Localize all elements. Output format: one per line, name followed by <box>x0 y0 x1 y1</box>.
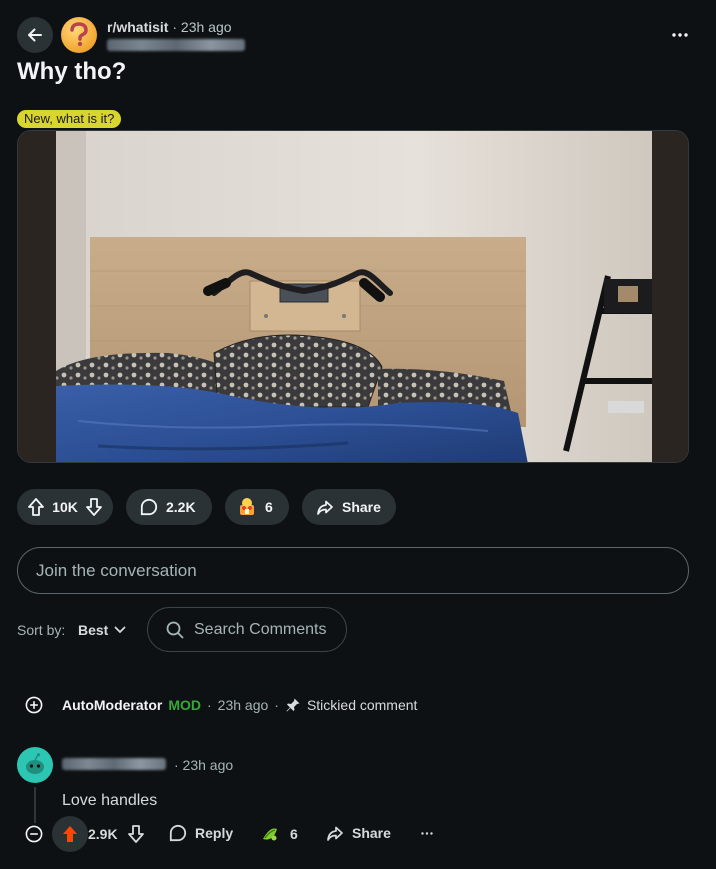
comment-share-button[interactable]: Share <box>326 824 391 842</box>
automod-age: 23h ago <box>217 697 269 713</box>
post-title: Why tho? <box>17 58 127 85</box>
bedroom-photo <box>18 131 688 462</box>
post-image[interactable] <box>17 130 689 463</box>
comment-share-label: Share <box>352 825 391 841</box>
post-meta: r/whatisit · 23h ago <box>107 19 232 35</box>
comment-more-button[interactable] <box>418 824 436 842</box>
reply-label: Reply <box>195 825 234 841</box>
stickied-label: Stickied comment <box>306 697 418 713</box>
sort-value: Best <box>78 622 109 638</box>
comment-downvote-icon[interactable] <box>127 824 145 844</box>
subreddit-link[interactable]: r/whatisit <box>107 19 168 35</box>
comment-award-button[interactable]: 6 <box>260 824 298 844</box>
automod-separator-2: · <box>274 697 279 713</box>
comment-reply-button[interactable]: Reply <box>169 824 233 842</box>
share-label: Share <box>342 499 381 515</box>
question-mark-icon <box>70 22 88 47</box>
upvote-icon[interactable] <box>27 497 45 517</box>
comment-count: 2.2K <box>166 499 196 515</box>
search-placeholder: Search Comments <box>194 620 327 638</box>
arrow-left-icon <box>28 28 42 42</box>
thread-line[interactable] <box>34 787 36 823</box>
back-button[interactable] <box>17 17 53 53</box>
join-conversation-input[interactable]: Join the conversation <box>17 547 689 594</box>
comment-score: 2.9K <box>88 826 118 842</box>
share-icon <box>317 500 333 515</box>
collapse-thread-icon[interactable] <box>25 825 43 843</box>
pin-icon <box>286 698 300 712</box>
mod-badge: MOD <box>168 697 201 713</box>
comment-upvote-button[interactable] <box>52 816 88 852</box>
automod-separator: · <box>207 697 212 713</box>
vote-control: 10K <box>17 489 113 525</box>
ellipsis-icon <box>421 831 433 835</box>
expand-thread-icon[interactable] <box>25 696 43 714</box>
comment-age: · 23h ago <box>174 757 234 773</box>
automod-username[interactable]: AutoModerator <box>62 697 162 713</box>
share-icon <box>327 826 343 841</box>
automod-comment-header[interactable]: AutoModerator MOD · 23h ago · Stickied c… <box>62 697 417 713</box>
chevron-down-icon <box>114 626 126 634</box>
sort-dropdown[interactable]: Best <box>78 622 126 638</box>
snoo-avatar-icon <box>26 753 44 774</box>
commenter-username-blurred[interactable] <box>62 758 166 770</box>
award-button[interactable]: 6 <box>225 489 289 525</box>
commenter-avatar[interactable] <box>17 747 53 783</box>
join-placeholder: Join the conversation <box>36 560 197 580</box>
search-comments-field[interactable]: Search Comments <box>147 607 347 652</box>
author-username-blurred[interactable] <box>107 39 245 51</box>
downvote-icon[interactable] <box>85 497 103 517</box>
post-score: 10K <box>52 499 78 515</box>
comment-award-count: 6 <box>290 826 298 842</box>
more-options-button[interactable] <box>666 22 694 48</box>
search-icon <box>166 621 184 638</box>
comments-button[interactable]: 2.2K <box>126 489 212 525</box>
share-button[interactable]: Share <box>302 489 396 525</box>
meta-separator: · <box>172 19 178 35</box>
post-age: 23h ago <box>180 19 232 35</box>
comment-body: Love handles <box>62 792 158 809</box>
award-icon <box>263 828 277 841</box>
subreddit-avatar[interactable] <box>61 17 97 53</box>
reply-bubble-icon <box>169 824 187 842</box>
comment-bubble-icon <box>140 498 158 516</box>
post-flair[interactable]: New, what is it? <box>17 110 122 128</box>
sort-label: Sort by: <box>17 622 66 638</box>
award-count: 6 <box>265 499 273 515</box>
upvote-filled-icon <box>63 826 77 842</box>
award-icon <box>240 498 254 515</box>
ellipsis-icon <box>672 33 688 37</box>
